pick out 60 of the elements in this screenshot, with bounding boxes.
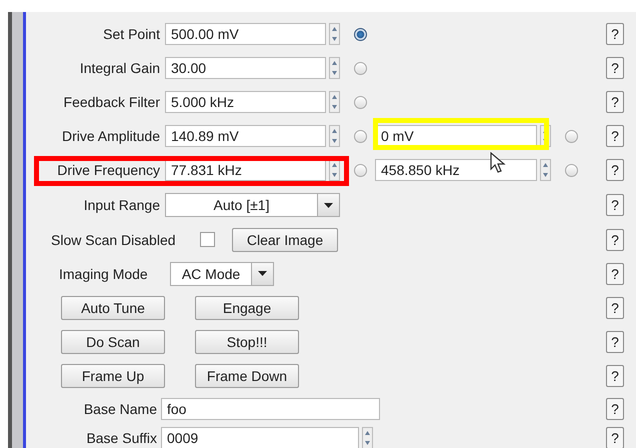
help-button[interactable]: ? (606, 159, 624, 181)
checkbox[interactable] (200, 232, 215, 247)
action-button[interactable]: Auto Tune (61, 296, 165, 320)
help-button[interactable]: ? (606, 125, 624, 147)
action-button[interactable]: Frame Down (195, 364, 299, 388)
radio-button[interactable] (354, 96, 367, 108)
radio-button[interactable] (354, 62, 367, 74)
range-dropdown[interactable]: Auto [±1] (165, 193, 340, 217)
spinner-arrows[interactable] (362, 427, 373, 448)
help-button[interactable]: ? (606, 228, 624, 250)
help-button[interactable]: ? (606, 427, 624, 448)
action-button[interactable]: Engage (195, 296, 299, 320)
help-button[interactable]: ? (606, 194, 624, 216)
help-button[interactable]: ? (606, 23, 624, 45)
radio-button[interactable] (565, 164, 578, 176)
spinner-arrows[interactable] (329, 57, 340, 79)
parameter-label: Drive Frequency (56, 162, 161, 178)
value-field[interactable]: 77.831 kHz (165, 159, 326, 181)
action-button[interactable]: Stop!!! (195, 330, 299, 354)
action-button[interactable]: Frame Up (61, 364, 165, 388)
spinner-arrows[interactable] (329, 159, 340, 181)
parameter-label: Drive Amplitude (60, 128, 161, 144)
spinner-arrows[interactable] (540, 159, 551, 181)
help-button[interactable]: ? (606, 331, 624, 353)
action-button[interactable]: Do Scan (61, 330, 165, 354)
help-button[interactable]: ? (606, 398, 624, 420)
parameter-label: Imaging Mode (58, 266, 149, 282)
dropdown-button[interactable] (317, 194, 339, 216)
caret-icon (258, 271, 267, 276)
cursor-icon (490, 152, 506, 174)
help-button[interactable]: ? (606, 91, 624, 113)
value-field[interactable]: 500.00 mV (165, 23, 326, 45)
radio-button[interactable] (354, 28, 367, 40)
help-button[interactable]: ? (606, 262, 624, 284)
suffix-field[interactable]: 0009 (161, 427, 359, 448)
spinner-arrows[interactable] (329, 91, 340, 113)
parameter-label: Input Range (82, 197, 161, 213)
parameter-label: Slow Scan Disabled (50, 232, 177, 248)
spinner-arrows[interactable] (329, 23, 340, 45)
parameter-label: Feedback Filter (62, 94, 161, 110)
help-button[interactable]: ? (606, 57, 624, 79)
mode-dropdown[interactable]: AC Mode (170, 262, 274, 286)
help-button[interactable]: ? (606, 297, 624, 319)
clear-image-button[interactable]: Clear Image (232, 228, 338, 252)
parameter-label: Base Suffix (85, 430, 158, 446)
dropdown-button[interactable] (251, 262, 273, 284)
parameter-label: Base Name (82, 400, 158, 416)
parameter-label: Integral Gain (78, 60, 161, 76)
radio-button[interactable] (565, 130, 578, 142)
value-field[interactable]: 30.00 (165, 57, 326, 79)
name-field[interactable]: foo (161, 398, 380, 420)
parameter-label: Set Point (102, 26, 161, 42)
help-button[interactable]: ? (606, 365, 624, 387)
value-field[interactable]: 5.000 kHz (165, 91, 326, 113)
caret-icon (324, 202, 333, 208)
spinner-arrows[interactable] (329, 125, 340, 147)
radio-button[interactable] (354, 164, 367, 176)
value-field[interactable]: 140.89 mV (165, 125, 326, 147)
radio-button[interactable] (354, 130, 367, 142)
value-field[interactable]: 458.850 kHz (375, 159, 537, 181)
